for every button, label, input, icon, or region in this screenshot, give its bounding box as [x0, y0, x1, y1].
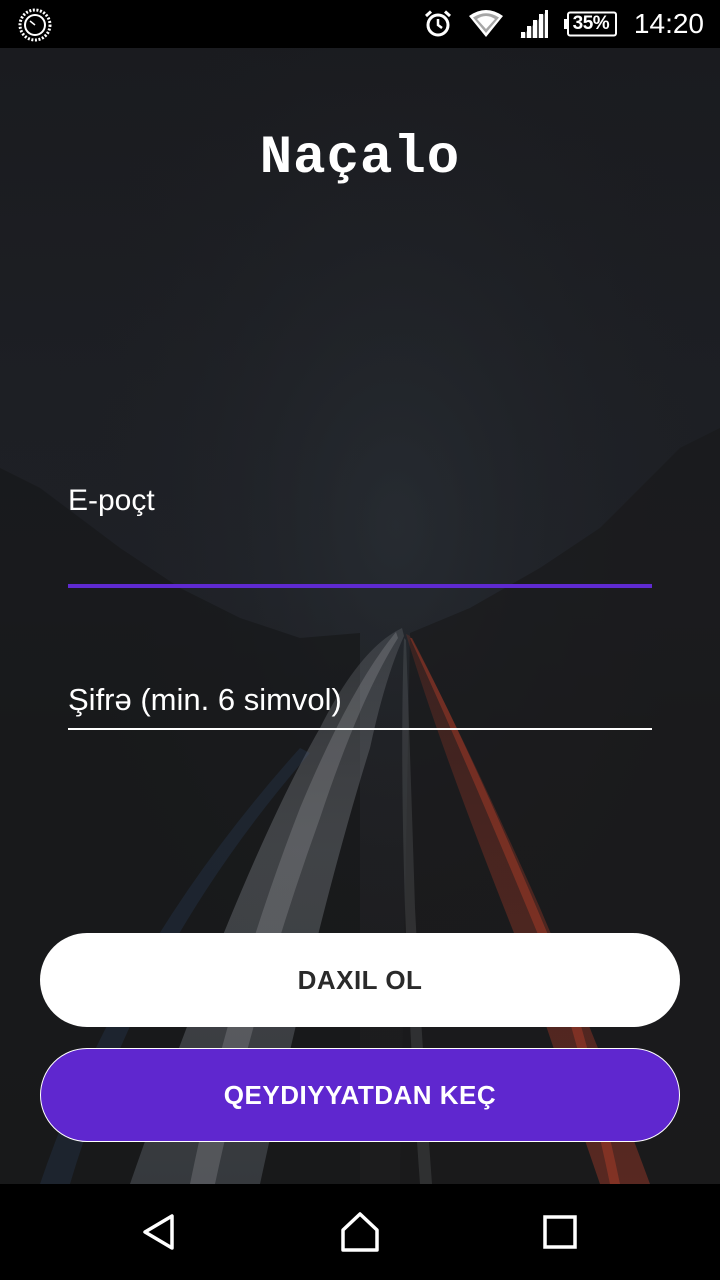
- recent-apps-button[interactable]: [536, 1208, 584, 1256]
- alarm-icon: [424, 10, 451, 37]
- status-bar: 35% 14:20: [0, 0, 720, 48]
- cellular-signal-icon: [519, 10, 548, 38]
- home-button[interactable]: [336, 1208, 384, 1256]
- back-icon: [143, 1214, 174, 1250]
- app-notification-icon: [18, 8, 52, 42]
- wifi-icon: [468, 10, 503, 37]
- email-label: E-poçt: [68, 484, 155, 517]
- email-underline: [68, 584, 652, 588]
- register-button-label: QEYDIYYATDAN KEÇ: [223, 1079, 497, 1110]
- email-input[interactable]: [68, 536, 652, 580]
- app-title: Naçalo: [259, 128, 461, 189]
- password-field[interactable]: Şifrə (min. 6 simvol): [68, 678, 652, 730]
- password-input[interactable]: [68, 678, 652, 724]
- login-screen: Naçalo E-poçt Şifrə (min. 6 simvol) DAXI…: [0, 48, 720, 1184]
- back-button[interactable]: [136, 1208, 184, 1256]
- register-button[interactable]: QEYDIYYATDAN KEÇ: [40, 1048, 680, 1142]
- login-button-label: DAXIL OL: [297, 964, 423, 995]
- home-icon: [341, 1212, 379, 1252]
- navigation-bar: [0, 1184, 720, 1280]
- email-field[interactable]: E-poçt: [68, 484, 652, 588]
- password-underline: [68, 728, 652, 730]
- battery-percent: 35%: [572, 13, 610, 34]
- recent-apps-icon: [543, 1215, 577, 1249]
- battery-icon: 35%: [563, 11, 618, 37]
- status-icons: 35% 14:20: [408, 0, 704, 48]
- status-time: 14:20: [633, 8, 704, 39]
- login-button[interactable]: DAXIL OL: [40, 933, 680, 1027]
